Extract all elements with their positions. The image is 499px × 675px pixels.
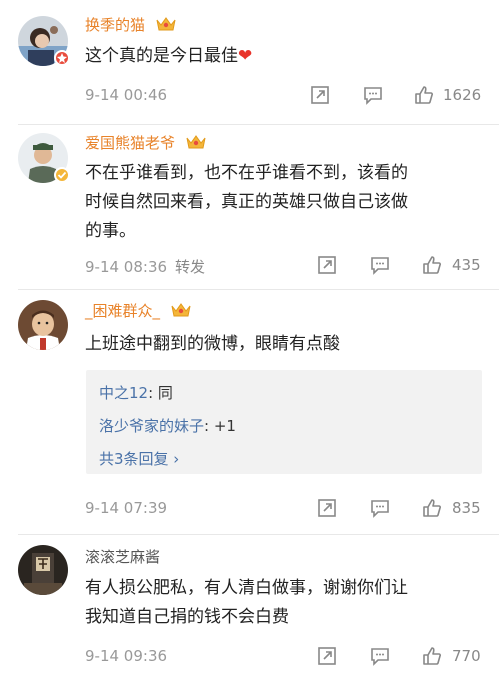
thumbs-up-icon[interactable] [421,497,443,519]
comment-author[interactable]: 换季的猫 [85,14,176,35]
like-count: 1626 [443,86,482,104]
verified-badge-icon [54,167,70,183]
comment-icon[interactable] [369,254,391,276]
forward-icon[interactable] [316,645,338,667]
crown-icon [186,134,206,150]
avatar[interactable] [18,300,68,350]
comment-text: 上班途中翻到的微博，眼睛有点酸 [85,334,340,354]
comment-text: 有人损公肥私，有人清白做事，谢谢你们让 我知道自己捐的钱不会白费 [85,578,408,627]
like-count: 435 [452,256,481,274]
comment-meta: 9-14 08:36 转发 [85,256,205,277]
forward-link[interactable]: 转发 [175,258,205,276]
reply-author[interactable]: 中之12 [99,384,148,402]
reply-author[interactable]: 洛少爷家的妹子 [99,417,204,435]
comment-time: 9-14 00:46 [85,86,168,104]
comment-text: 不在乎谁看到，也不在乎谁看不到，该看的 时候自然回来看，真正的英雄只做自己该做 … [85,163,408,241]
comment-meta: 9-14 07:39 [85,499,167,517]
thumbs-up-icon[interactable] [421,645,443,667]
view-more-replies-link[interactable]: 共3条回复 › [99,448,179,469]
comment-icon[interactable] [362,84,384,106]
comment-text: 这个真的是今日最佳❤ [85,46,253,66]
reply-box: 中之12: 同 洛少爷家的妹子: +1 共3条回复 › [86,370,482,474]
avatar[interactable] [18,545,68,595]
comment-item: 爱国熊猫老爷 不在乎谁看到，也不在乎谁看不到，该看的 时候自然回来看，真正的英雄… [0,125,499,290]
forward-icon[interactable] [316,254,338,276]
comment-item: 滚滚芝麻酱 有人损公肥私，有人清白做事，谢谢你们让 我知道自己捐的钱不会白费 9… [0,535,499,675]
comment-time: 9-14 08:36 [85,258,168,276]
like-count: 835 [452,499,481,517]
reply-item[interactable]: 洛少爷家的妹子: +1 [99,415,236,436]
comment-item: _困难群众_ 上班途中翻到的微博，眼睛有点酸 中之12: 同 洛少爷家的妹子: … [0,290,499,535]
forward-icon[interactable] [316,497,338,519]
reply-text: : 同 [148,384,173,402]
comment-author[interactable]: _困难群众_ [85,300,191,321]
comment-icon[interactable] [369,645,391,667]
crown-icon [171,302,191,318]
like-count: 770 [452,647,481,665]
comment-meta: 9-14 00:46 [85,86,167,104]
verified-badge-icon [54,50,70,66]
comment-item: 换季的猫 这个真的是今日最佳❤ 9-14 00:46 1626 [0,0,499,125]
comment-time: 9-14 09:36 [85,647,168,665]
heart-icon: ❤ [238,46,253,66]
comment-meta: 9-14 09:36 [85,647,167,665]
reply-text: : +1 [204,417,236,435]
thumbs-up-icon[interactable] [413,84,435,106]
comment-feed: 换季的猫 这个真的是今日最佳❤ 9-14 00:46 1626 爱国熊猫老爷 不… [0,0,499,675]
thumbs-up-icon[interactable] [421,254,443,276]
comment-time: 9-14 07:39 [85,499,168,517]
comment-author[interactable]: 滚滚芝麻酱 [85,546,160,567]
crown-icon [156,16,176,32]
comment-author[interactable]: 爱国熊猫老爷 [85,132,206,153]
forward-icon[interactable] [309,84,331,106]
comment-icon[interactable] [369,497,391,519]
reply-item[interactable]: 中之12: 同 [99,382,173,403]
